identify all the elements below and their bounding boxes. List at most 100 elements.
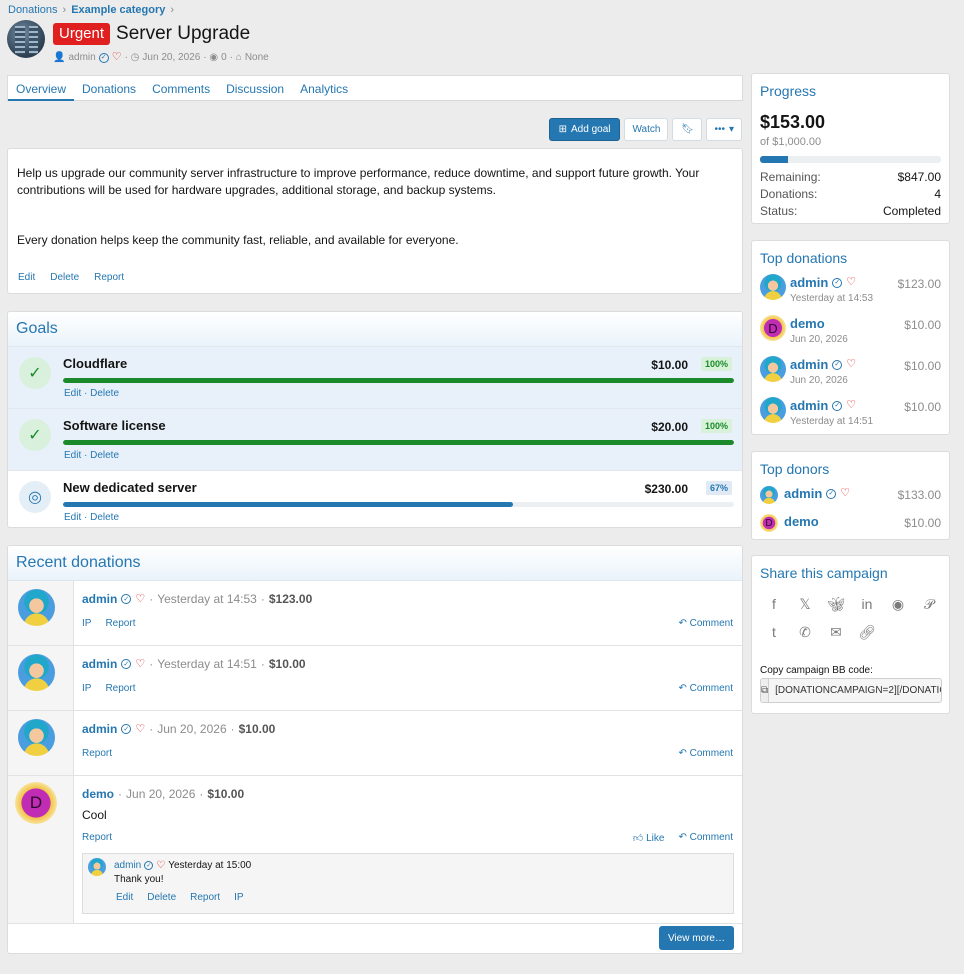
heart-icon: ♡: [111, 51, 122, 63]
donation-amount: $10.00: [904, 359, 941, 373]
goal-actions[interactable]: Edit · Delete: [64, 450, 119, 461]
report-link[interactable]: Report: [105, 618, 135, 629]
delete-link[interactable]: Delete: [50, 269, 79, 286]
avatar[interactable]: D: [760, 315, 786, 341]
comment-link[interactable]: ↶ Comment: [678, 683, 733, 694]
ip-link[interactable]: IP: [234, 892, 243, 903]
username-link[interactable]: admin: [82, 722, 117, 736]
reddit-icon[interactable]: ◉: [888, 596, 908, 613]
report-link[interactable]: Report: [105, 683, 135, 694]
tumblr-icon[interactable]: t: [764, 624, 784, 641]
top-donor-row: D demo $10.00: [760, 513, 941, 535]
avatar[interactable]: D: [15, 782, 57, 824]
verified-icon: ✓: [832, 400, 843, 411]
pinterest-icon[interactable]: 𝒫: [919, 596, 939, 613]
email-icon[interactable]: ✉: [826, 624, 846, 641]
goal-amount: $10.00: [651, 358, 688, 372]
username-link[interactable]: admin: [790, 357, 828, 372]
username-link[interactable]: admin: [114, 860, 141, 871]
share-icons-row: t ✆ ✉ 🔗︎: [764, 624, 877, 641]
recent-donations-block: Recent donations admin ✓ ♡ · Yesterday at 14…: [7, 545, 743, 954]
tag-icon: · ⌂: [229, 52, 242, 63]
heart-icon: ♡: [135, 592, 146, 605]
username-link[interactable]: admin: [790, 398, 828, 413]
avatar[interactable]: [88, 858, 106, 876]
username-link[interactable]: admin: [82, 592, 117, 606]
tab-discussion[interactable]: Discussion: [218, 76, 292, 101]
view-more-button[interactable]: View more…: [658, 926, 734, 950]
breadcrumb-donations[interactable]: Donations: [8, 4, 58, 16]
verified-icon: ✓: [144, 861, 154, 870]
progress-block: Progress $153.00 of $1,000.00 Remaining:…: [751, 73, 950, 224]
author-link[interactable]: admin: [68, 52, 95, 63]
report-link[interactable]: Report: [94, 269, 124, 286]
reply-text: Thank you!: [114, 874, 164, 885]
donation-date: Jun 20, 2026: [790, 334, 848, 345]
link-icon[interactable]: 🔗︎: [857, 624, 877, 641]
avatar[interactable]: [760, 356, 786, 382]
x-icon[interactable]: 𝕏: [795, 596, 815, 613]
donation-message: Cool: [82, 808, 107, 822]
edit-link[interactable]: Edit: [116, 892, 133, 903]
linkedin-icon[interactable]: in: [857, 596, 877, 613]
target-icon: ◎: [19, 481, 51, 513]
tab-overview[interactable]: Overview: [8, 76, 75, 101]
breadcrumb-example-category[interactable]: Example category: [71, 4, 165, 16]
username-link[interactable]: admin: [82, 657, 117, 671]
report-link[interactable]: Report: [82, 748, 112, 759]
more-options-button[interactable]: ••• ▾: [706, 118, 742, 141]
comment-link[interactable]: ↶ Comment: [678, 618, 733, 629]
ip-link[interactable]: IP: [82, 618, 91, 629]
share-icons-row: f 𝕏 🦋︎ in ◉ 𝒫: [764, 596, 939, 613]
progress-title: Progress: [760, 83, 817, 99]
goal-actions[interactable]: Edit · Delete: [64, 388, 119, 399]
username-link[interactable]: admin: [790, 275, 828, 290]
avatar[interactable]: [760, 397, 786, 423]
heart-icon: ♡: [846, 399, 857, 411]
facebook-icon[interactable]: f: [764, 596, 784, 613]
username-link[interactable]: demo: [790, 316, 825, 331]
verified-icon: ✓: [826, 488, 837, 499]
tab-analytics[interactable]: Analytics: [292, 76, 356, 101]
avatar[interactable]: [18, 719, 55, 756]
donation-row: admin ✓ ♡ · Yesterday at 14:51 · $10.00 IP Repo…: [8, 646, 742, 711]
tab-donations[interactable]: Donations: [74, 76, 144, 101]
bookmark-button[interactable]: 🔖︎: [672, 118, 703, 141]
goal-actions[interactable]: Edit · Delete: [64, 512, 119, 523]
goal-progress-fill: [63, 378, 734, 383]
delete-link[interactable]: Delete: [147, 892, 176, 903]
avatar[interactable]: [760, 486, 778, 504]
verified-icon: ✓: [121, 594, 132, 604]
reply-time: Yesterday at 15:00: [168, 860, 252, 871]
watch-button[interactable]: Watch: [624, 118, 669, 141]
bb-code-field[interactable]: ⧉ [DONATIONCAMPAIGN=2][/DONATIONCAMPAIGN…: [760, 678, 942, 703]
goal-progress-fill: [63, 440, 734, 445]
username-link[interactable]: demo: [784, 514, 819, 529]
avatar[interactable]: [760, 274, 786, 300]
verified-icon: ✓: [121, 724, 132, 734]
report-link[interactable]: Report: [190, 892, 220, 903]
more-label: •••: [714, 124, 725, 135]
username-link[interactable]: admin: [784, 486, 822, 501]
verified-icon: ✓: [121, 659, 132, 669]
remaining-label: Remaining:: [760, 170, 821, 184]
comment-link[interactable]: ↶ Comment: [678, 748, 733, 759]
ip-link[interactable]: IP: [82, 683, 91, 694]
donor-amount: $133.00: [897, 488, 941, 502]
report-link[interactable]: Report: [82, 832, 112, 843]
edit-link[interactable]: Edit: [18, 269, 35, 286]
add-goal-button[interactable]: ⊞ Add goal: [548, 118, 621, 141]
donation-amount: $10.00: [904, 400, 941, 414]
tab-comments[interactable]: Comments: [144, 76, 218, 101]
comment-link[interactable]: ↶ Comment: [678, 832, 733, 844]
bluesky-icon[interactable]: 🦋︎: [826, 596, 846, 613]
username-link[interactable]: demo: [82, 787, 114, 801]
avatar[interactable]: [18, 589, 55, 626]
status-value: Completed: [882, 204, 941, 218]
like-link[interactable]: 👍︎ Like: [633, 832, 665, 844]
copy-icon[interactable]: ⧉: [761, 679, 770, 702]
avatar[interactable]: [18, 654, 55, 691]
title-row: Urgent Server Upgrade: [53, 23, 250, 45]
avatar[interactable]: D: [760, 514, 778, 532]
whatsapp-icon[interactable]: ✆: [795, 624, 815, 641]
